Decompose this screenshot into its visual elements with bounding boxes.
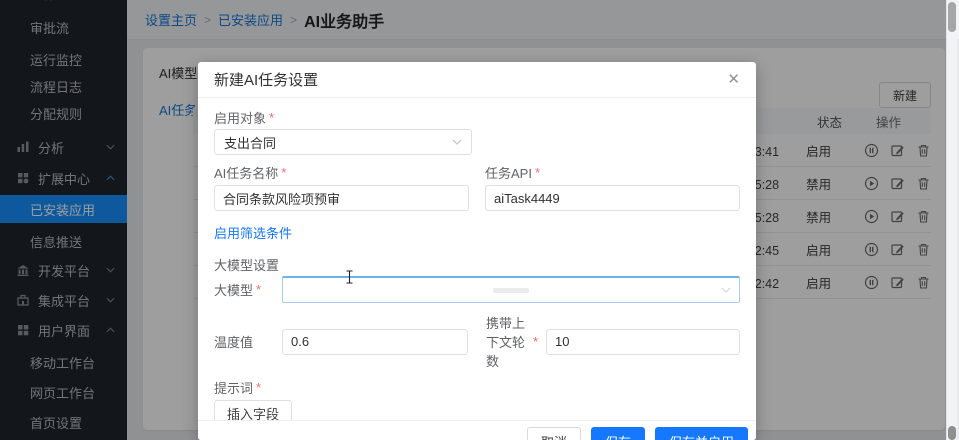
context-rounds-label: 携带上下文轮数* [486,313,538,370]
close-icon[interactable]: ✕ [727,72,740,87]
required-mark: * [256,282,261,297]
enable-target-label: 启用对象* [214,108,740,126]
required-mark: * [256,380,261,395]
new-ai-task-modal: 新建AI任务设置 ✕ 启用对象* 支出合同 AI任务名称* [198,62,756,440]
chevron-down-icon [721,287,731,293]
modal-body: 启用对象* 支出合同 AI任务名称* 任务API* [198,98,756,420]
required-mark: * [269,110,274,125]
llm-label: 大模型* [214,280,282,299]
scrollbar-thumb-bottom[interactable] [948,426,956,440]
enable-target-select[interactable]: 支出合同 [214,129,472,155]
enable-filter-link[interactable]: 启用筛选条件 [214,223,292,242]
required-mark: * [535,165,540,180]
task-api-input[interactable] [485,185,740,211]
chevron-down-icon [452,139,462,145]
prompt-label: 提示词* [214,378,740,396]
save-and-enable-button[interactable]: 保存并启用 [655,427,748,440]
enable-target-value: 支出合同 [224,133,276,152]
context-rounds-input[interactable] [546,329,740,355]
temperature-input[interactable] [282,329,468,355]
task-name-label: AI任务名称* [214,163,469,181]
task-api-label: 任务API* [485,163,740,181]
temperature-label: 温度值 [214,332,282,351]
task-name-input[interactable] [214,185,469,211]
modal-footer: 取消 保存 保存并启用 [198,420,756,440]
modal-header: 新建AI任务设置 ✕ [198,62,756,98]
text-cursor-icon [345,270,354,284]
scrollbar-thumb[interactable] [948,2,956,32]
required-mark: * [281,165,286,180]
llm-section-label: 大模型设置 [214,255,740,274]
save-button[interactable]: 保存 [591,427,645,440]
required-mark: * [533,334,538,349]
modal-title: 新建AI任务设置 [214,69,318,90]
llm-select-faint-text [493,288,529,293]
page-scrollbar[interactable] [946,0,957,440]
app: 工作流 审批流 运行监控 流程日志 分配规则 分析 扩展中心 [0,0,959,440]
insert-field-button[interactable]: 插入字段 [214,400,292,420]
llm-select[interactable] [282,276,740,303]
cancel-button[interactable]: 取消 [527,427,581,440]
